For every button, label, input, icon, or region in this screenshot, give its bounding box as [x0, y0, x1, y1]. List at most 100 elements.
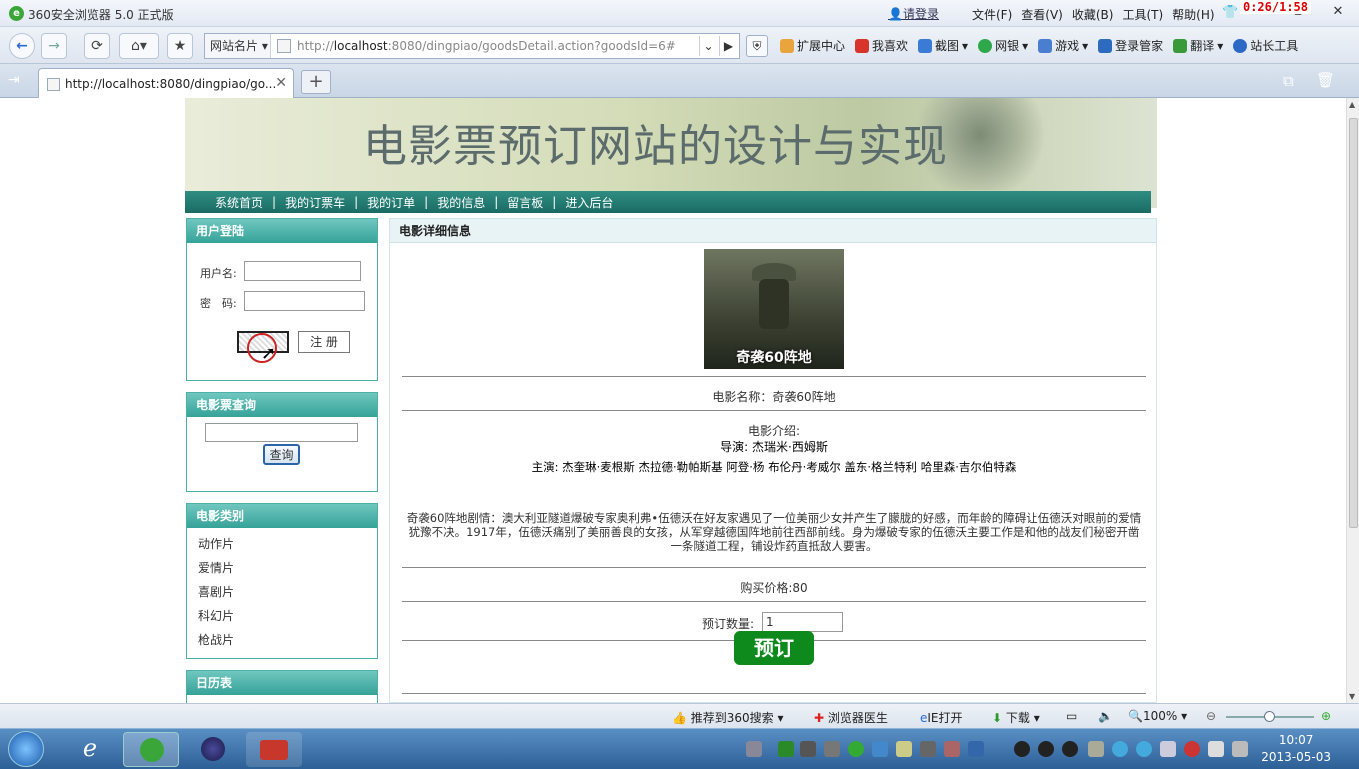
favorite-button[interactable]: 我喜欢: [855, 37, 908, 54]
network-icon[interactable]: [1160, 741, 1176, 757]
login-link-text[interactable]: 请登录: [903, 7, 939, 21]
back-icon[interactable]: ←: [9, 33, 35, 59]
system-clock[interactable]: 10:07 2013-05-03: [1261, 732, 1331, 766]
tray-icon[interactable]: [778, 741, 794, 757]
tab-close-icon[interactable]: ✕: [275, 75, 287, 91]
tray-icon[interactable]: [1184, 741, 1200, 757]
tray-icon[interactable]: [1136, 741, 1152, 757]
scroll-up-icon[interactable]: ▲: [1349, 100, 1355, 109]
tray-icon[interactable]: [920, 741, 936, 757]
flag-icon[interactable]: [1208, 741, 1224, 757]
tray-icon[interactable]: [944, 741, 960, 757]
go-icon[interactable]: ▶: [719, 36, 737, 56]
forward-icon[interactable]: →: [41, 33, 67, 59]
page-viewport: 电影票预订网站的设计与实现 系统首页 | 我的订票车 | 我的订单 | 我的信息 | 留…: [0, 98, 1346, 703]
toolbox-taskbar-icon[interactable]: [246, 732, 302, 767]
zoom-control[interactable]: 🔍100% ▾: [1128, 709, 1187, 723]
display-icon[interactable]: [1232, 741, 1248, 757]
menu-view[interactable]: 查看(V): [1021, 6, 1063, 22]
menu-file[interactable]: 文件(F): [972, 6, 1012, 22]
nav-message-board[interactable]: 留言板: [507, 194, 543, 211]
browser-doctor[interactable]: ✚ 浏览器医生: [814, 709, 888, 726]
menu-tools[interactable]: 工具(T): [1122, 6, 1163, 22]
address-toolbar: ← → ⟳ ⌂▾ ★ 网站名片 ▾ http://localhost:8080/…: [0, 27, 1359, 64]
user-icon: 👤: [888, 7, 903, 21]
webmaster-tools-button[interactable]: 站长工具: [1233, 37, 1298, 54]
divider: [402, 376, 1146, 377]
refresh-icon[interactable]: ⟳: [84, 33, 110, 59]
sidebar-toggle-icon[interactable]: ⇥: [8, 72, 20, 88]
page-scrollbar[interactable]: ▲ ▼: [1346, 98, 1359, 703]
menu-help[interactable]: 帮助(H): [1172, 6, 1214, 22]
ticket-search-box: 电影票查询 查询: [186, 392, 378, 492]
ie-open-button[interactable]: eIE打开: [920, 709, 963, 726]
ticket-search-button[interactable]: 查询: [263, 444, 300, 465]
eclipse-taskbar-icon[interactable]: [185, 732, 241, 767]
tray-icon[interactable]: [968, 741, 984, 757]
keyboard-icon[interactable]: [746, 741, 762, 757]
tab-active[interactable]: http://localhost:8080/dingpiao/go... ✕: [38, 68, 294, 98]
translate-button[interactable]: 翻译 ▾: [1173, 37, 1223, 54]
zoom-in-icon[interactable]: ⊕: [1321, 709, 1331, 723]
username-input[interactable]: [244, 261, 361, 281]
scroll-down-icon[interactable]: ▼: [1349, 692, 1355, 701]
recommend-360-search[interactable]: 👍 推荐到360搜索 ▾: [672, 709, 784, 726]
window-icon[interactable]: ▭: [1066, 709, 1077, 723]
login-link[interactable]: 👤请登录: [888, 5, 939, 22]
close-window-icon[interactable]: ✕: [1328, 4, 1348, 22]
tray-icon[interactable]: [848, 741, 864, 757]
site-card-dropdown[interactable]: 网站名片 ▾: [205, 34, 271, 58]
ticket-search-input[interactable]: [205, 423, 358, 442]
bank-button[interactable]: 网银 ▾: [978, 37, 1028, 54]
url-history-icon[interactable]: ⌄: [699, 36, 717, 56]
trash-icon[interactable]: 🗑: [1316, 71, 1335, 89]
login-manager-button[interactable]: 登录管家: [1098, 37, 1163, 54]
nav-my-orders[interactable]: 我的订单: [367, 194, 415, 211]
nav-admin[interactable]: 进入后台: [565, 194, 613, 211]
password-input[interactable]: [244, 291, 365, 311]
tray-icon[interactable]: [872, 741, 888, 757]
movie-poster[interactable]: 奇袭60阵地: [704, 249, 844, 369]
zoom-out-icon[interactable]: ⊖: [1206, 709, 1216, 723]
movie-director: 导演: 杰瑞米·西姆斯: [720, 440, 828, 454]
tray-icon[interactable]: [896, 741, 912, 757]
nav-my-info[interactable]: 我的信息: [437, 194, 485, 211]
menu-favorites[interactable]: 收藏(B): [1072, 6, 1114, 22]
qq-icon[interactable]: [1062, 741, 1078, 757]
address-bar[interactable]: 网站名片 ▾ http://localhost:8080/dingpiao/go…: [204, 33, 740, 59]
scrollbar-thumb[interactable]: [1349, 118, 1358, 528]
restore-tab-icon[interactable]: ⧉: [1283, 72, 1294, 90]
register-button[interactable]: 注 册: [298, 331, 350, 353]
category-item-scifi[interactable]: 科幻片: [187, 604, 377, 628]
category-item-action[interactable]: 动作片: [187, 532, 377, 556]
nav-ticket-cart[interactable]: 我的订票车: [285, 194, 345, 211]
start-button[interactable]: [8, 731, 44, 767]
shield-icon[interactable]: ⛨: [746, 35, 768, 57]
category-item-comedy[interactable]: 喜剧片: [187, 580, 377, 604]
order-button[interactable]: 预订: [734, 631, 814, 665]
favorite-star-icon[interactable]: ★: [167, 33, 193, 59]
screenshot-button[interactable]: 截图 ▾: [918, 37, 968, 54]
url-text[interactable]: http://localhost:8080/dingpiao/goodsDeta…: [297, 39, 692, 53]
tray-icon[interactable]: [800, 741, 816, 757]
home-icon[interactable]: ⌂▾: [119, 33, 159, 59]
nav-home[interactable]: 系统首页: [215, 194, 263, 211]
quantity-input[interactable]: 1: [762, 612, 843, 632]
category-item-romance[interactable]: 爱情片: [187, 556, 377, 580]
browser-360-taskbar-icon[interactable]: [123, 732, 179, 767]
tray-icon[interactable]: [1088, 741, 1104, 757]
tray-icon[interactable]: [824, 741, 840, 757]
qq-icon[interactable]: [1014, 741, 1030, 757]
zoom-slider-handle[interactable]: [1264, 711, 1275, 722]
skin-icon[interactable]: 👕: [1222, 5, 1238, 20]
download-button[interactable]: ⬇ 下载 ▾: [992, 709, 1040, 726]
speaker-icon[interactable]: 🔈: [1098, 709, 1113, 723]
extension-center-button[interactable]: 扩展中心: [780, 37, 845, 54]
recording-timer: 0:26/1:58: [1239, 0, 1311, 14]
games-button[interactable]: 游戏 ▾: [1038, 37, 1088, 54]
tray-icon[interactable]: [1112, 741, 1128, 757]
qq-icon[interactable]: [1038, 741, 1054, 757]
new-tab-button[interactable]: +: [301, 70, 331, 94]
ie-taskbar-icon[interactable]: ℯ: [62, 732, 118, 767]
category-item-gunfight[interactable]: 枪战片: [187, 628, 377, 652]
